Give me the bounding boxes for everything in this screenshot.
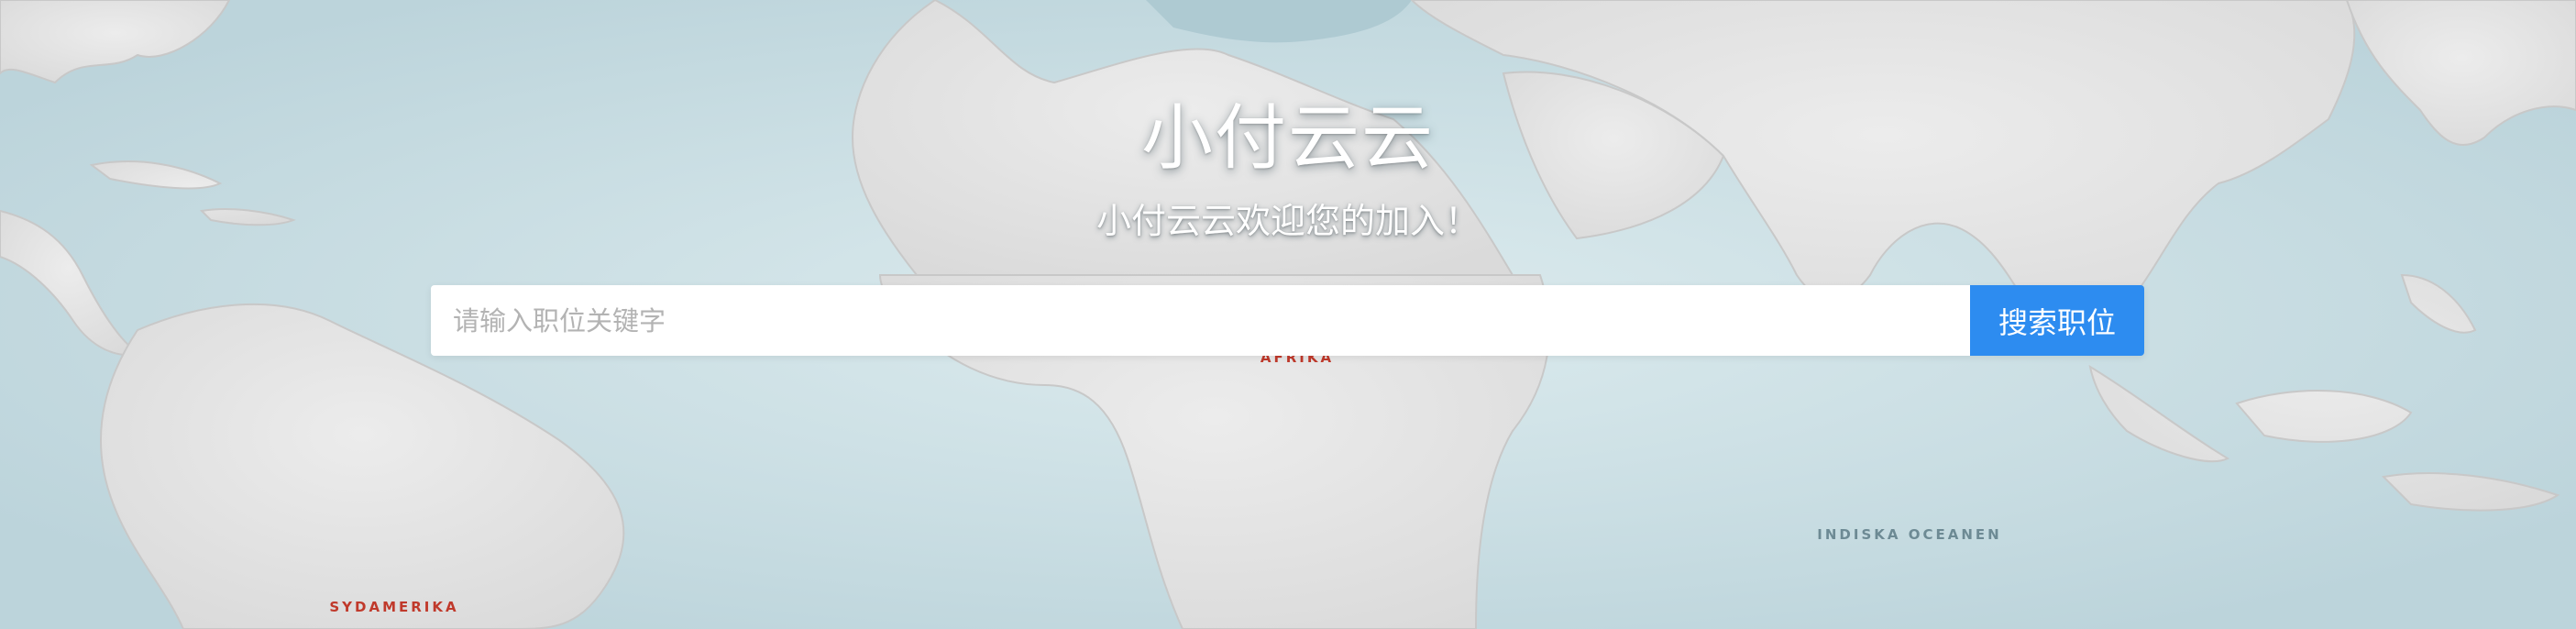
map-label-indian-ocean: INDISKA OCEANEN <box>1817 526 2001 543</box>
search-jobs-button[interactable]: 搜索职位 <box>1970 285 2144 356</box>
job-keyword-input[interactable] <box>431 285 1970 356</box>
hero-subtitle: 小付云云欢迎您的加入！ <box>1095 201 1480 241</box>
map-label-south-america: SYDAMERIKA <box>329 599 458 615</box>
job-search-bar: 搜索职位 <box>431 285 2144 356</box>
hero-title: 小付云云 <box>1140 97 1435 180</box>
